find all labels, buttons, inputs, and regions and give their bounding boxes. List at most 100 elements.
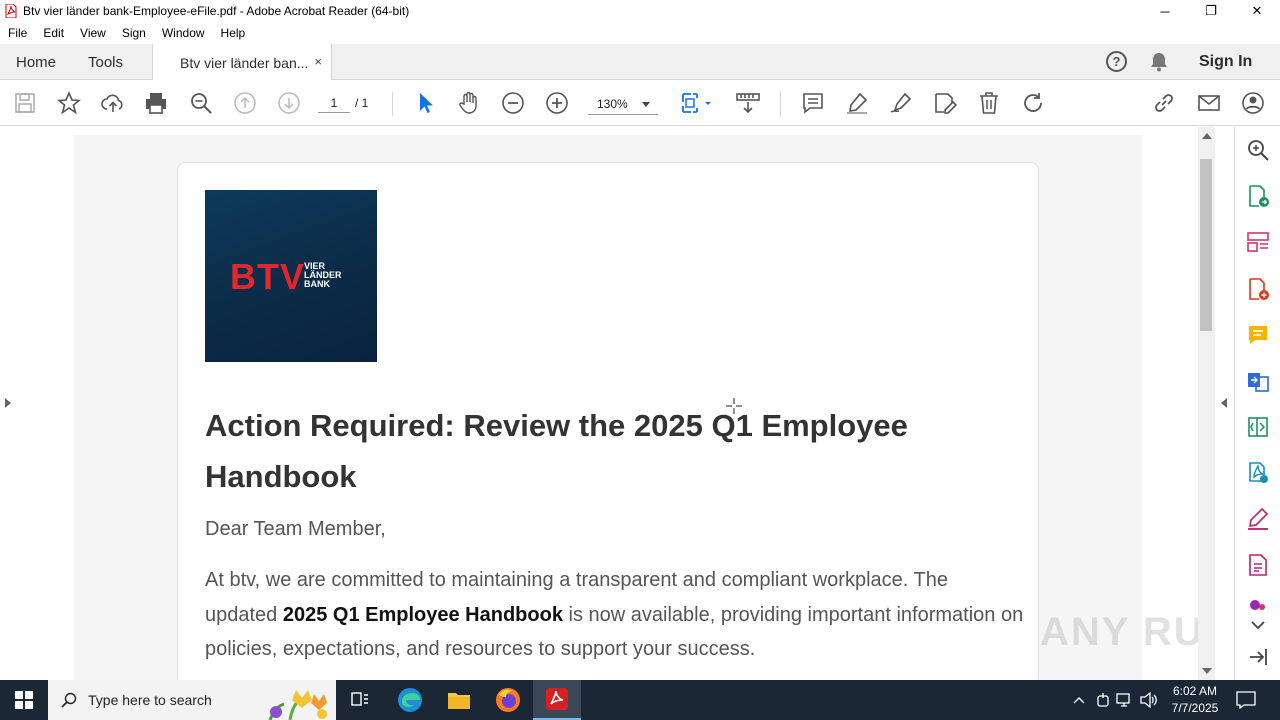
previous-page-icon[interactable] [233,91,257,115]
delete-trash-icon[interactable] [977,91,1001,115]
taskbar-search-box[interactable]: Type here to search [48,680,336,720]
search-icon [61,692,77,708]
share-link-icon[interactable] [1152,91,1176,115]
tab-bar: Home Tools Btv vier länder ban... × ? Si… [0,44,1280,81]
page-number-input[interactable]: 1 [318,93,350,113]
menu-help[interactable]: Help [213,26,254,40]
tab-tools[interactable]: Tools [88,44,123,80]
crosshair-cursor-icon [726,398,742,414]
upload-cloud-icon[interactable] [101,91,125,115]
help-icon[interactable]: ? [1106,51,1127,72]
email-heading: Action Required: Review the 2025 Q1 Empl… [205,408,908,494]
clock-date: 7/7/2025 [1171,701,1219,715]
scroll-down-icon[interactable] [1202,668,1212,674]
zoom-level-select[interactable]: 130% [588,93,658,115]
hand-tool-icon[interactable] [457,91,481,115]
collapse-right-panel-icon[interactable] [1221,398,1227,408]
edit-document-icon[interactable] [933,91,957,115]
tab-document[interactable]: Btv vier länder ban... × [152,44,332,81]
firefox-button[interactable] [484,680,532,720]
tab-home[interactable]: Home [16,44,56,80]
draw-sign-icon[interactable] [889,91,913,115]
export-pdf-icon[interactable] [1246,184,1270,208]
logo-mark: BTV [230,256,305,297]
scroll-mode-icon[interactable] [736,91,760,115]
comment-icon[interactable] [801,91,825,115]
scroll-thumb[interactable] [1200,159,1212,331]
organize-pages-icon[interactable] [1246,230,1270,254]
chevron-down-icon[interactable] [1246,613,1270,637]
sign-in-button[interactable]: Sign In [1199,44,1252,80]
edge-browser-button[interactable] [386,680,434,720]
rotate-icon[interactable] [1021,91,1045,115]
window-title: Btv vier länder bank-Employee-eFile.pdf … [23,4,410,18]
windows-logo-icon [15,691,33,709]
firefox-icon [496,688,520,712]
toolbar: 1 / 1 130% [0,80,1280,126]
zoom-in-icon[interactable] [545,91,569,115]
collapse-panel-icon[interactable] [1246,645,1270,669]
zoom-level-value: 130% [597,97,628,111]
right-tools-panel [1234,127,1280,680]
menu-file[interactable]: File [0,26,35,40]
zoom-search-icon[interactable] [189,91,213,115]
toolbar-divider [780,92,781,116]
compress-pdf-icon[interactable] [1246,415,1270,439]
combine-files-icon[interactable] [1246,369,1270,393]
print-icon[interactable] [144,91,168,115]
comment-panel-icon[interactable] [1246,323,1270,347]
save-icon[interactable] [13,91,37,115]
vertical-scrollbar[interactable] [1198,127,1215,680]
edge-icon [398,688,422,712]
task-view-button[interactable] [336,680,384,720]
start-button[interactable] [0,680,48,720]
share-user-icon[interactable] [1241,91,1265,115]
logo-subtitle: VIER LÄNDER BANK [304,261,342,289]
acrobat-app-icon [5,3,17,19]
flowers-decoration-icon [268,690,327,720]
highlight-pen-icon[interactable] [845,91,869,115]
minimize-button[interactable]: ─ [1142,0,1188,22]
page-fit-icon[interactable] [680,91,714,115]
star-icon[interactable] [57,91,81,115]
expand-left-panel-icon[interactable] [5,398,11,408]
find-zoom-icon[interactable] [1246,138,1270,162]
email-icon[interactable] [1197,91,1221,115]
fill-sign-icon[interactable] [1246,507,1270,531]
volume-icon[interactable] [1140,692,1158,708]
tab-close-icon[interactable]: × [314,54,322,69]
email-greeting: Dear Team Member, [205,518,386,540]
handbook-name: 2025 Q1 Employee Handbook [282,603,563,626]
notification-bell-icon[interactable] [1150,52,1168,72]
menu-view[interactable]: View [72,26,114,40]
menu-edit[interactable]: Edit [35,26,72,40]
edit-pdf-icon[interactable] [1246,461,1270,485]
create-pdf-icon[interactable] [1246,277,1270,301]
maximize-button[interactable]: ❐ [1188,0,1234,22]
btv-logo: BTV VIER LÄNDER BANK [205,190,377,362]
menu-sign[interactable]: Sign [114,26,154,40]
acrobat-reader-button[interactable] [533,680,581,720]
chevron-down-icon [642,102,650,107]
zoom-out-icon[interactable] [501,91,525,115]
email-body-paragraph: At btv, we are committed to maintaining … [205,569,1024,660]
title-bar: Btv vier länder bank-Employee-eFile.pdf … [0,0,1280,22]
action-center-icon[interactable] [1236,691,1256,709]
close-window-button[interactable]: ✕ [1234,0,1280,22]
menu-window[interactable]: Window [154,26,213,40]
taskbar: Type here to search 6:02 AM 7/7/2025 [0,680,1280,720]
taskbar-clock[interactable]: 6:02 AM 7/7/2025 [1166,683,1224,717]
menu-bar: File Edit View Sign Window Help [0,22,1280,44]
toolbar-divider [392,92,393,116]
tab-document-label: Btv vier länder ban... [180,54,309,71]
folder-icon [448,693,470,709]
search-placeholder: Type here to search [88,692,212,708]
file-explorer-button[interactable] [435,680,483,720]
select-cursor-icon[interactable] [413,91,437,115]
scroll-up-icon[interactable] [1202,133,1212,139]
network-icon[interactable] [1116,692,1134,708]
next-page-icon[interactable] [277,91,301,115]
power-icon[interactable] [1096,692,1110,708]
chevron-up-icon[interactable] [1072,693,1086,707]
protect-document-icon[interactable] [1246,553,1270,577]
